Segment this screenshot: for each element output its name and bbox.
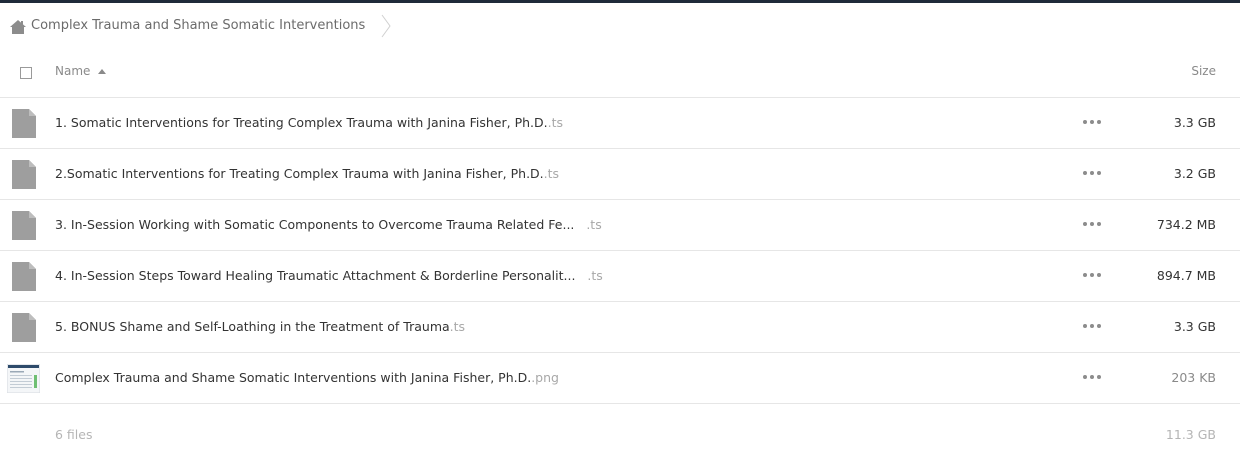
file-name[interactable]: 5. BONUS Shame and Self-Loathing in the … (55, 319, 465, 334)
file-list: 1. Somatic Interventions for Treating Co… (0, 98, 1240, 404)
more-options-icon[interactable] (1083, 118, 1101, 126)
file-name[interactable]: 2.Somatic Interventions for Treating Com… (55, 166, 559, 181)
file-icon (12, 262, 36, 291)
breadcrumb-folder-link[interactable]: Complex Trauma and Shame Somatic Interve… (31, 14, 365, 38)
file-row[interactable]: 1. Somatic Interventions for Treating Co… (0, 98, 1240, 149)
file-icon (12, 160, 36, 189)
file-count: 6 files (55, 427, 93, 442)
file-name[interactable]: 1. Somatic Interventions for Treating Co… (55, 115, 563, 130)
file-size: 734.2 MB (1156, 217, 1216, 232)
more-options-icon[interactable] (1083, 220, 1101, 228)
sort-ascending-icon (98, 68, 107, 74)
file-size: 894.7 MB (1156, 268, 1216, 283)
file-icon (12, 211, 36, 240)
file-name[interactable]: Complex Trauma and Shame Somatic Interve… (55, 370, 559, 385)
image-thumbnail-icon (7, 364, 40, 393)
file-row[interactable]: 5. BONUS Shame and Self-Loathing in the … (0, 302, 1240, 353)
more-options-icon[interactable] (1083, 322, 1101, 330)
file-size: 3.3 GB (1173, 319, 1216, 334)
file-row[interactable]: 3. In-Session Working with Somatic Compo… (0, 200, 1240, 251)
breadcrumb: Complex Trauma and Shame Somatic Interve… (10, 14, 391, 38)
file-row[interactable]: 2.Somatic Interventions for Treating Com… (0, 149, 1240, 200)
file-row[interactable]: 4. In-Session Steps Toward Healing Traum… (0, 251, 1240, 302)
size-column-header[interactable]: Size (1191, 64, 1216, 78)
more-options-icon[interactable] (1083, 169, 1101, 177)
file-row[interactable]: Complex Trauma and Shame Somatic Interve… (0, 353, 1240, 404)
file-name[interactable]: 4. In-Session Steps Toward Healing Traum… (55, 268, 603, 283)
name-column-label: Name (55, 64, 91, 78)
more-options-icon[interactable] (1083, 373, 1101, 381)
list-header: Name Size (0, 48, 1240, 98)
top-accent-bar (0, 0, 1240, 3)
total-size: 11.3 GB (1165, 427, 1216, 442)
name-column-header[interactable]: Name (55, 64, 107, 78)
file-size: 203 KB (1171, 370, 1216, 385)
file-size: 3.2 GB (1173, 166, 1216, 181)
home-icon[interactable] (10, 19, 26, 34)
select-all-checkbox[interactable] (20, 67, 32, 79)
file-size: 3.3 GB (1173, 115, 1216, 130)
more-options-icon[interactable] (1083, 271, 1101, 279)
file-icon (12, 109, 36, 138)
breadcrumb-separator-icon (381, 14, 391, 38)
file-icon (12, 313, 36, 342)
file-name[interactable]: 3. In-Session Working with Somatic Compo… (55, 217, 602, 232)
